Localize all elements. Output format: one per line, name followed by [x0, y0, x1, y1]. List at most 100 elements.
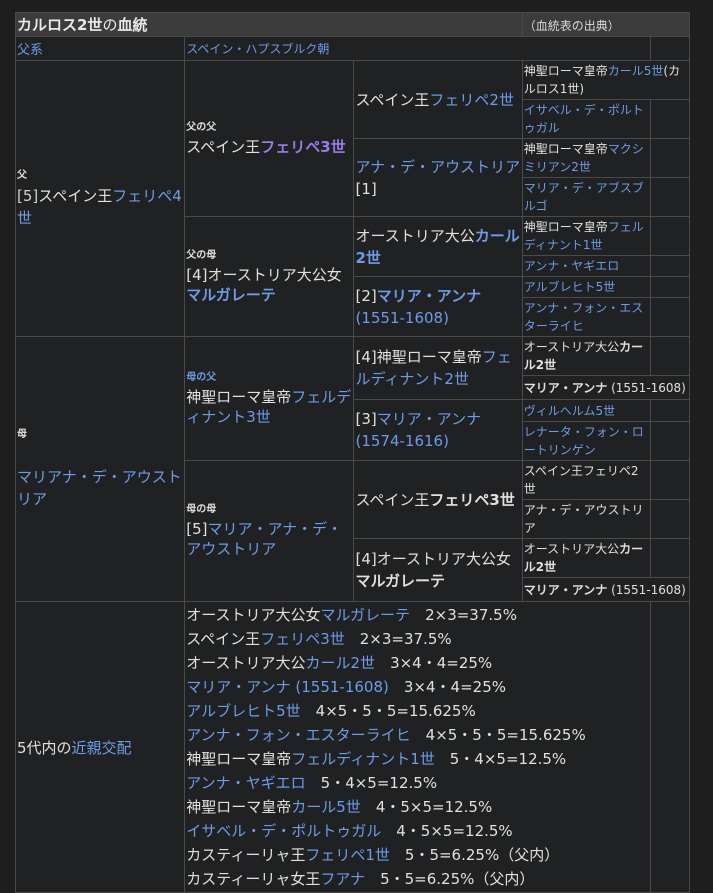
ancestor-link[interactable]: アルブレヒト5世	[186, 702, 300, 720]
g4-text-13: スペイン王フェリペ2世	[523, 464, 639, 496]
inbreeding-item: 神聖ローマ皇帝カール5世 4・5×5=12.5%	[186, 795, 648, 819]
g4-cell-11: ヴィルヘルム5世	[521, 399, 651, 422]
years-link[interactable]: (1551-1608)	[355, 309, 448, 327]
rel-label: 父の母	[186, 249, 217, 261]
empty-cell	[649, 36, 691, 61]
mmf-bold: フェリペ3世	[429, 490, 515, 509]
table-row: 母 マリアナ・デ・アウストリア 母の父 神聖ローマ皇帝フェルディナント3世 [4…	[14, 336, 691, 602]
ref-number: [4]	[355, 348, 377, 366]
empty-cell	[649, 499, 691, 539]
g4-cell-12: レナータ・フォン・ロートリンゲン	[521, 421, 651, 461]
mm-cell: 母の母 [5]マリア・アナ・デ・アウストリア	[184, 460, 355, 602]
mm-link[interactable]: マリア・アナ・デ・アウストリア	[186, 520, 342, 558]
ff-link[interactable]: フェリペ3世	[260, 138, 345, 156]
g4-link-12[interactable]: レナータ・フォン・ロートリンゲン	[524, 425, 644, 457]
inbreeding-list: オーストリア大公女マルガレーテ 2×3=37.5% スペイン王フェリペ3世 2×3…	[184, 601, 651, 893]
years-link[interactable]: (1574-1616)	[355, 432, 448, 450]
g4-cell-3: 神聖ローマ皇帝マクシミリアン2世	[521, 138, 651, 178]
title-text: スペイン王	[38, 186, 113, 205]
ancestor-link[interactable]: フェルディナント1世	[291, 750, 435, 768]
title-text: オーストリア大公	[186, 654, 306, 672]
g4-bold-16: マリア・アンナ	[523, 582, 608, 597]
title-text: カスティーリャ王	[186, 846, 306, 864]
title-text: 神聖ローマ皇帝	[186, 750, 292, 768]
inbreeding-value: 5・5=6.25%（父内）	[404, 846, 560, 864]
rel-label: 父	[17, 169, 27, 181]
ancestor-link[interactable]: マリア・アンナ (1551-1608)	[186, 678, 389, 696]
inbreeding-value: 2×3=37.5%	[359, 630, 452, 648]
rel-label: 母の母	[186, 504, 217, 515]
mmf-cell: スペイン王フェリペ3世	[353, 460, 523, 539]
source-cell: （血統表の出典）	[521, 12, 691, 37]
ref-number: [1]	[355, 179, 377, 198]
ref-number: [2]	[355, 286, 377, 305]
inbreeding-item: アンナ・ヤギエロ 5・4×5=12.5%	[186, 771, 648, 795]
title-text: スペイン王	[355, 90, 430, 109]
title-text: オーストリア大公女	[207, 265, 342, 284]
ancestor-link[interactable]: イサベル・デ・ポルトゥガル	[186, 822, 381, 840]
mff-cell: [4]神聖ローマ皇帝フェルディナント2世	[353, 336, 523, 400]
inbreeding-link[interactable]: 近親交配	[72, 739, 132, 757]
g4-cell-6: アンナ・ヤギエロ	[521, 255, 651, 277]
ancestor-link[interactable]: アンナ・ヤギエロ	[186, 774, 305, 792]
g4-cell-4: マリア・デ・アブスブルゴ	[521, 177, 651, 217]
g4-link-4[interactable]: マリア・デ・アブスブルゴ	[524, 181, 644, 213]
empty-cell	[649, 601, 691, 893]
empty-cell	[649, 336, 691, 376]
inbreeding-item: カスティーリャ王フェリペ1世 5・5=6.25%（父内）	[186, 843, 648, 867]
fm-link[interactable]: マルガレーテ	[186, 286, 276, 304]
inbreeding-item: アルブレヒト5世 4×5・5・5=15.625%	[186, 699, 648, 723]
title-text: 神聖ローマ皇帝	[186, 798, 292, 816]
title-text: オーストリア大公	[523, 542, 620, 556]
fff-link[interactable]: フェリペ2世	[429, 91, 514, 109]
g4-cell-13: スペイン王フェリペ2世	[521, 460, 651, 500]
inbreeding-value: 4×5・5・5=15.625%	[425, 726, 586, 744]
empty-cell	[649, 399, 691, 422]
mother-link[interactable]: マリアナ・デ・アウストリア	[17, 468, 182, 508]
inbreeding-item: マリア・アンナ (1551-1608) 3×4・4=25%	[186, 675, 648, 699]
title-text: オーストリア大公女	[376, 550, 511, 568]
empty-cell	[649, 421, 691, 461]
g4-bold-10: マリア・アンナ	[523, 380, 608, 395]
empty-cell	[649, 138, 691, 178]
g4-link-6[interactable]: アンナ・ヤギエロ	[524, 259, 620, 273]
ancestor-link[interactable]: アンナ・フォン・エスターライヒ	[186, 726, 410, 744]
empty-cell	[649, 255, 691, 277]
g4-cell-9: オーストリア大公カール2世	[521, 336, 651, 376]
g4-link-7[interactable]: アルブレヒト5世	[524, 280, 616, 294]
table-header-row: カルロス2世の血統 （血統表の出典）	[15, 12, 691, 37]
empty-cell	[649, 460, 691, 500]
g4-link-8[interactable]: アンナ・フォン・エスターライヒ	[524, 301, 644, 333]
ancestor-link[interactable]: フェリペ3世	[260, 630, 345, 648]
lineage-label-cell: 父系	[14, 36, 186, 61]
fmm-cell: [2]マリア・アンナ (1551-1608)	[353, 276, 523, 337]
title-text: スペイン王	[186, 137, 261, 156]
fff-cell: スペイン王フェリペ2世	[353, 60, 523, 139]
years-text: (1551-1608)	[611, 582, 686, 597]
g4-link-1[interactable]: カール5世	[608, 64, 664, 78]
g4-cell-15: オーストリア大公カール2世	[521, 538, 651, 578]
bloodline-link[interactable]: 血統	[117, 16, 147, 34]
lineage-row: 父系 スペイン・ハプスブルク朝	[14, 36, 691, 61]
inbreeding-item: オーストリア大公女マルガレーテ 2×3=37.5%	[186, 603, 648, 627]
g4-link-2[interactable]: イサベル・デ・ポルトゥガル	[524, 103, 644, 135]
g4-link-11[interactable]: ヴィルヘルム5世	[524, 404, 615, 418]
ancestor-link[interactable]: マルガレーテ	[321, 606, 411, 624]
dynasty-link[interactable]: スペイン・ハプスブルク朝	[186, 42, 329, 56]
g4-cell-7: アルブレヒト5世	[521, 276, 651, 298]
fmm-link[interactable]: マリア・アンナ	[377, 287, 481, 305]
inbreeding-item: オーストリア大公カール2世 3×4・4=25%	[186, 651, 648, 675]
inbreeding-value: 5・4×5=12.5%	[449, 750, 567, 768]
ffm-link[interactable]: アナ・デ・アウストリア	[355, 158, 520, 176]
title-text: オーストリア大公	[355, 226, 475, 245]
mfm-link[interactable]: マリア・アンナ	[377, 410, 481, 428]
ancestor-link[interactable]: カール5世	[291, 798, 361, 816]
inbreeding-value: 3×4・4=25%	[390, 654, 493, 672]
pedigree-table: カルロス2世の血統 （血統表の出典） 父系 スペイン・ハプスブルク朝 父 [5]…	[14, 12, 691, 893]
ffm-cell: アナ・デ・アウストリア [1]	[353, 138, 523, 217]
ref-number: [5]	[186, 520, 208, 538]
ancestor-link[interactable]: フアナ	[320, 870, 365, 888]
ancestor-link[interactable]: フェリペ1世	[305, 846, 390, 864]
ancestor-link[interactable]: カール2世	[306, 654, 376, 672]
lineage-label-link[interactable]: 父系	[17, 43, 43, 58]
